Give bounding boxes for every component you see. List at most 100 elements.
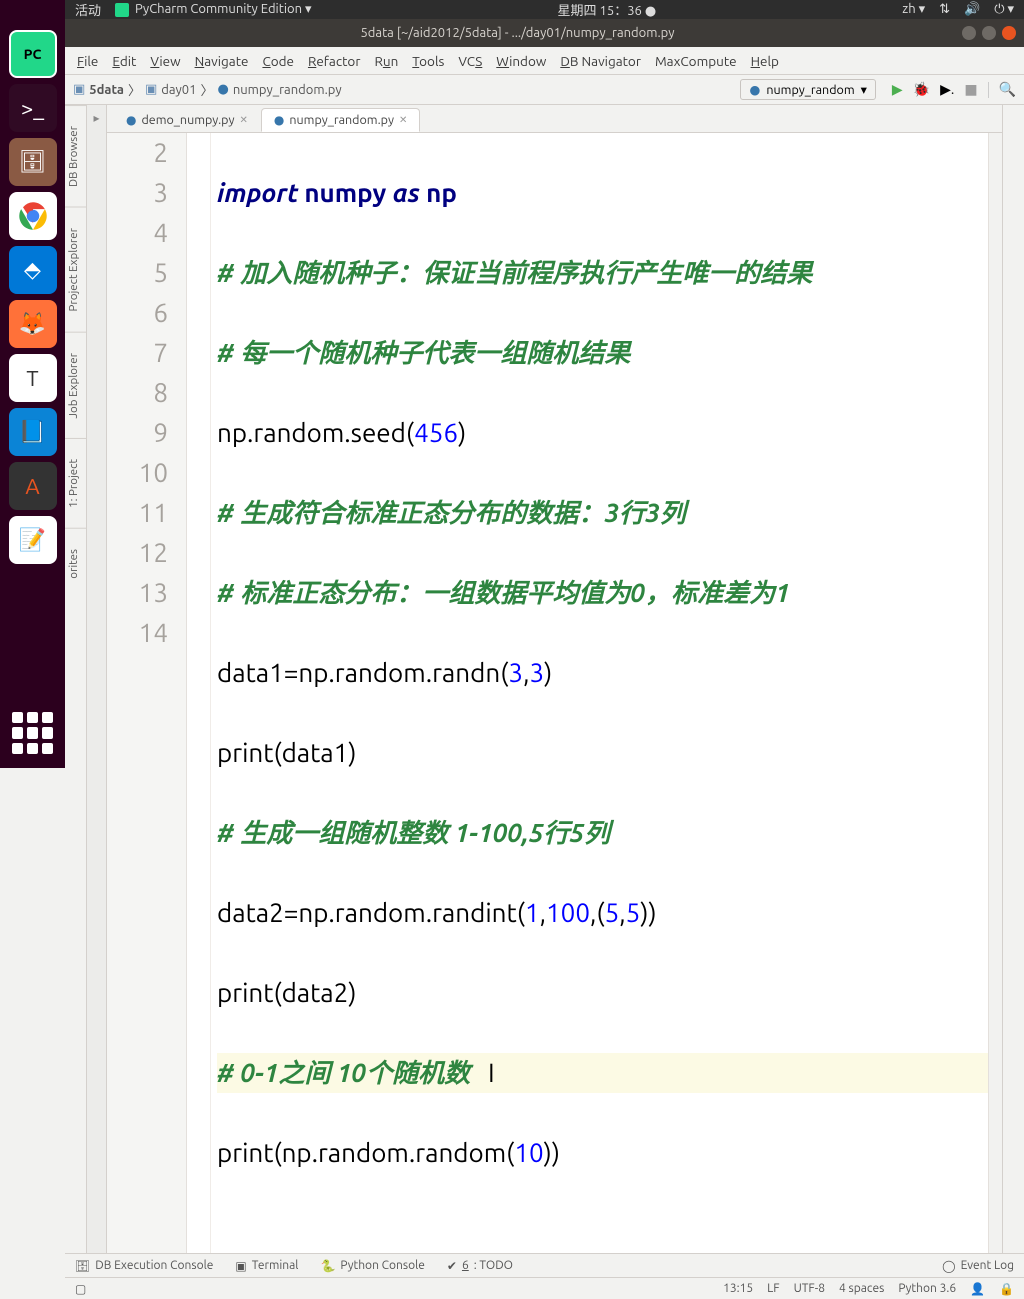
python-file-icon: ● [749,82,760,97]
status-line-separator[interactable]: LF [767,1282,779,1295]
error-stripe [988,133,1002,1253]
navigation-bar: ▣ 5data 〉 ▣ day01 〉 ● numpy_random.py ● … [65,75,1024,105]
topbar-lang[interactable]: zh ▾ [902,2,925,17]
window-maximize-icon[interactable] [982,26,996,40]
side-tab-project[interactable]: 1: Project [65,438,86,528]
topbar-app-name: PyCharm Community Edition ▾ [135,2,312,17]
status-square-icon[interactable]: ▢ [75,1282,86,1296]
status-inspections-icon[interactable]: 👤 [970,1282,985,1296]
window-close-icon[interactable] [1002,26,1016,40]
pycharm-window: 5data [~/aid2012/5data] - .../day01/nump… [65,19,1024,1299]
topbar-app-menu[interactable]: PyCharm Community Edition ▾ [115,2,312,17]
bottom-tool-bar: 🗄 DB Execution Console ▣ Terminal 🐍 Pyth… [65,1253,1024,1277]
side-tab-favorites[interactable]: orites [65,528,86,599]
tool-python-console[interactable]: 🐍 Python Console [320,1259,424,1273]
status-indent[interactable]: 4 spaces [839,1282,884,1295]
tool-db-console[interactable]: 🗄 DB Execution Console [75,1259,213,1273]
status-encoding[interactable]: UTF-8 [794,1282,825,1295]
python-file-icon: ● [274,113,284,127]
launcher-texteditor-icon[interactable]: T [9,354,57,402]
launcher-dictionary-icon[interactable]: 📘 [9,408,57,456]
tool-todo[interactable]: ✔ 6: TODO [447,1259,513,1273]
activities-button[interactable]: 活动 [75,0,101,19]
desktop-area: 活动 PyCharm Community Edition ▾ 星期四 15：36… [65,0,1024,768]
line-number-gutter: 2 3 4 5 6 7 8 9 10 11 12 13 14 [107,133,187,1253]
code-wrap: ● demo_numpy.py ✕ ● numpy_random.py ✕ 2 … [107,105,1002,1253]
code-content[interactable]: import numpy as np # 加入随机种子：保证当前程序执行产生唯一… [211,133,988,1253]
left-tool-tabs: DB Browser Project Explorer Job Explorer… [65,105,87,1253]
menu-navigate[interactable]: Navigate [195,53,249,69]
launcher-vscode-icon[interactable]: ⬘ [9,246,57,294]
run-config-selector[interactable]: ● numpy_random ▾ [740,79,875,100]
project-panel-collapsed[interactable]: ▸ [87,105,107,1253]
launcher-pycharm-icon[interactable]: PC [9,30,57,78]
crumb-file: numpy_random.py [233,83,342,97]
tab-numpy-random[interactable]: ● numpy_random.py ✕ [261,108,420,132]
menu-file[interactable]: File [77,53,98,69]
menu-tools[interactable]: Tools [412,53,444,69]
tool-terminal[interactable]: ▣ Terminal [235,1259,298,1273]
text-caret-icon: I [488,1058,495,1087]
status-interpreter[interactable]: Python 3.6 [898,1282,956,1295]
menu-refactor[interactable]: Refactor [308,53,360,69]
run-more-icon[interactable]: ▶. [940,81,954,98]
tab-label: demo_numpy.py [141,113,234,127]
editor-area: DB Browser Project Explorer Job Explorer… [65,105,1024,1253]
window-minimize-icon[interactable] [962,26,976,40]
fold-column [187,133,211,1253]
run-config-name: numpy_random [766,83,854,97]
launcher-files-icon[interactable]: 🗄 [9,138,57,186]
window-titlebar[interactable]: 5data [~/aid2012/5data] - .../day01/nump… [65,19,1024,47]
menu-edit[interactable]: Edit [112,53,136,69]
debug-button-icon[interactable]: 🐞 [913,81,930,98]
launcher-apps-grid-icon[interactable] [12,712,54,754]
python-file-icon: ● [126,113,136,127]
folder-icon: ▣ [73,82,85,97]
tab-demo-numpy[interactable]: ● demo_numpy.py ✕ [113,108,261,132]
menu-view[interactable]: View [150,53,180,69]
side-tab-db-browser[interactable]: DB Browser [65,105,86,207]
topbar-clock[interactable]: 星期四 15：36 ● [558,0,657,19]
volume-icon[interactable]: 🔊 [964,2,980,17]
menu-help[interactable]: Help [751,53,779,69]
status-bar: ▢ 13:15 LF UTF-8 4 spaces Python 3.6 👤 🔒 [65,1277,1024,1299]
crumb-folder: day01 [161,83,196,97]
menu-window[interactable]: Window [496,53,546,69]
launcher-terminal-icon[interactable]: >_ [9,84,57,132]
close-icon[interactable]: ✕ [240,114,248,126]
tab-label: numpy_random.py [289,113,394,127]
right-tool-tabs [1002,105,1024,1253]
tool-event-log[interactable]: ◯ Event Log [942,1259,1014,1273]
pycharm-small-icon [115,3,129,17]
folder-icon: ▣ [145,82,157,97]
editor-tabs: ● demo_numpy.py ✕ ● numpy_random.py ✕ [107,105,1002,133]
lock-icon[interactable]: 🔒 [999,1282,1014,1296]
launcher-updater-icon[interactable]: A [9,462,57,510]
power-icon[interactable]: ⏻ ▾ [994,2,1014,17]
python-file-icon: ● [217,82,228,97]
network-icon[interactable]: ⇅ [939,2,950,17]
ubuntu-launcher: PC >_ 🗄 ⬘ 🦊 T 📘 A 📝 [0,0,65,768]
status-caret-position[interactable]: 13:15 [723,1282,753,1295]
menu-db[interactable]: DB Navigator [560,53,641,69]
menubar: File Edit View Navigate Code Refactor Ru… [65,47,1024,75]
menu-code[interactable]: Code [262,53,294,69]
menu-run[interactable]: Run [374,53,398,69]
launcher-notes-icon[interactable]: 📝 [9,516,57,564]
side-tab-project-explorer[interactable]: Project Explorer [65,207,86,332]
close-icon[interactable]: ✕ [399,114,407,126]
breadcrumb[interactable]: ▣ 5data 〉 ▣ day01 〉 ● numpy_random.py [73,80,342,99]
window-title: 5data [~/aid2012/5data] - .../day01/nump… [73,26,962,40]
menu-maxcompute[interactable]: MaxCompute [655,53,737,69]
gnome-topbar: 活动 PyCharm Community Edition ▾ 星期四 15：36… [65,0,1024,19]
stop-button-icon[interactable]: ■ [964,81,977,98]
menu-vcs[interactable]: VCS [458,53,482,69]
crumb-root: 5data [89,83,124,97]
chevron-down-icon: ▾ [861,82,867,97]
launcher-chrome-icon[interactable] [9,192,57,240]
run-button-icon[interactable]: ▶ [892,81,903,98]
launcher-firefox-icon[interactable]: 🦊 [9,300,57,348]
code-editor[interactable]: 2 3 4 5 6 7 8 9 10 11 12 13 14 [107,133,1002,1253]
search-icon[interactable]: 🔍 [999,81,1016,98]
side-tab-job-explorer[interactable]: Job Explorer [65,332,86,439]
